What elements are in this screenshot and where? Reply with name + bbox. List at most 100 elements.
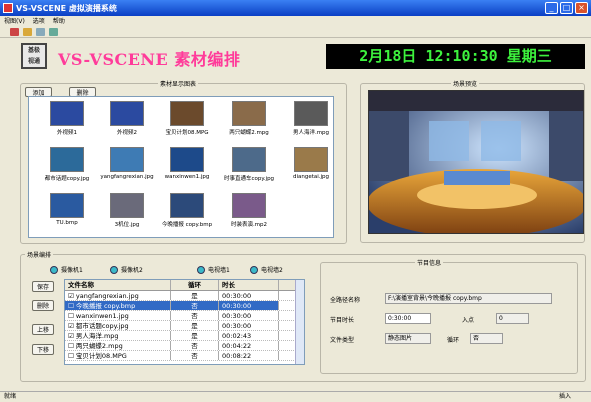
row-duration: 00:30:00 (219, 321, 279, 330)
move-up-button[interactable]: 上移 (32, 324, 54, 335)
row-checkbox[interactable]: ☑ (68, 292, 76, 300)
material-thumbnail (294, 147, 328, 172)
material-label: diangetai.jpg (292, 174, 330, 180)
row-checkbox[interactable]: ☐ (68, 342, 76, 350)
table-row[interactable]: ☑ 都市话题copy.jpg 是 00:30:00 (65, 321, 304, 331)
duration-label: 节目时长 (330, 317, 355, 324)
menu-options[interactable]: 选项 (33, 16, 45, 27)
table-row[interactable]: ☐ 两只蝴蝶2.mpg 否 00:04:22 (65, 341, 304, 351)
table-row[interactable]: ☐ wanxinwen1.jpg 否 00:30:00 (65, 311, 304, 321)
material-thumbnail (110, 147, 144, 172)
in-point-field[interactable]: 0 (496, 313, 529, 324)
material-item[interactable]: 都市话题copy.jpg (37, 147, 97, 191)
scene-table: 文件名称 循环 时长 ☑ yangfangrexian.jpg 是 00:30:00… (64, 279, 305, 365)
row-duration: 00:30:00 (219, 311, 279, 320)
radio-camera1[interactable]: 摄像机1 (50, 265, 83, 274)
materials-legend: 素材显示图表 (158, 79, 199, 88)
save-button[interactable]: 保存 (32, 281, 54, 292)
folder-icon[interactable] (23, 28, 32, 36)
info-legend: 节目信息 (415, 258, 444, 267)
menu-view[interactable]: 视图(V) (4, 16, 25, 27)
radio-icon (50, 265, 58, 274)
material-item[interactable]: 宝贝计划08.MPG (157, 101, 217, 145)
clock-icon[interactable] (49, 28, 58, 36)
row-duration: 00:30:00 (219, 301, 279, 310)
close-button[interactable]: × (575, 2, 588, 14)
material-item[interactable]: diangetai.jpg (281, 147, 333, 191)
material-item[interactable]: 男人海洋.mpg (281, 101, 333, 145)
material-thumbnail (110, 101, 144, 126)
material-label: 时装表演.mp2 (230, 222, 268, 228)
row-loop: 否 (171, 351, 219, 360)
table-row[interactable]: ☐ 今晚播报 copy.bmp 否 00:30:00 (65, 301, 304, 311)
material-item[interactable]: 两只蝴蝶2.mpg (219, 101, 279, 145)
material-thumbnail (232, 147, 266, 172)
material-thumbnail (50, 147, 84, 172)
exit-icon[interactable] (10, 28, 19, 36)
material-item[interactable]: 今晚播报 copy.bmp (157, 193, 217, 237)
row-duration: 00:08:22 (219, 351, 279, 360)
toolbar (0, 27, 591, 38)
radio-tvwall2[interactable]: 电视墙2 (250, 265, 283, 274)
radio-camera2[interactable]: 摄像机2 (110, 265, 143, 274)
logo: 基极 视通 (21, 43, 47, 69)
material-label: 今晚播报 copy.bmp (161, 222, 213, 228)
table-row[interactable]: ☐ 宝贝计划08.MPG 否 00:08:22 (65, 351, 304, 361)
app-title: VS-VSCENE 素材编排 (58, 50, 241, 69)
row-checkbox[interactable]: ☐ (68, 312, 76, 320)
menu-help[interactable]: 帮助 (53, 16, 65, 27)
delete-scene-button[interactable]: 删除 (32, 300, 54, 311)
material-label: 男人海洋.mpg (292, 130, 330, 136)
material-thumbnail (232, 193, 266, 218)
row-filename: ☐ 今晚播报 copy.bmp (65, 301, 171, 310)
table-scrollbar[interactable] (295, 280, 304, 364)
info-group: 节目信息 (320, 258, 578, 374)
loop-field[interactable]: 否 (470, 333, 503, 344)
material-label: yangfangrexian.jpg (100, 174, 154, 180)
row-checkbox[interactable]: ☑ (68, 332, 76, 340)
status-text: 就绪 (4, 393, 17, 400)
col-filename[interactable]: 文件名称 (65, 280, 171, 290)
row-checkbox[interactable]: ☑ (68, 322, 76, 330)
row-checkbox[interactable]: ☐ (68, 302, 76, 310)
col-loop[interactable]: 循环 (171, 280, 219, 290)
material-item[interactable]: 外视频1 (37, 101, 97, 145)
row-filename: ☑ 都市话题copy.jpg (65, 321, 171, 330)
clock-display: 2月18日 12:10:30 星期三 (326, 44, 585, 69)
radio-tvwall1[interactable]: 电视墙1 (197, 265, 230, 274)
row-filename: ☐ 宝贝计划08.MPG (65, 351, 171, 360)
material-item[interactable]: wanxinwen1.jpg (157, 147, 217, 191)
material-item[interactable]: 3机位.jpg (97, 193, 157, 237)
window-title: VS-VSCENE 虚拟演播系统 (16, 3, 117, 13)
row-loop: 否 (171, 311, 219, 320)
material-thumbnail (110, 193, 144, 218)
material-item[interactable]: 时事直通车copy.jpg (219, 147, 279, 191)
title-bar: VS-VSCENE 虚拟演播系统 _ □ × (0, 0, 591, 16)
filetype-label: 文件类型 (330, 337, 355, 344)
minimize-button[interactable]: _ (545, 2, 558, 14)
material-label: TU.bmp (56, 220, 78, 226)
material-item[interactable]: yangfangrexian.jpg (97, 147, 157, 191)
material-item[interactable]: 外视频2 (97, 101, 157, 145)
col-duration[interactable]: 时长 (219, 280, 279, 290)
duration-spinner[interactable]: 0:30:00 (385, 313, 431, 324)
path-field[interactable]: F:\演播室背景\今晚播报 copy.bmp (385, 293, 552, 304)
table-row[interactable]: ☑ yangfangrexian.jpg 是 00:30:00 (65, 291, 304, 301)
material-label: 都市话题copy.jpg (44, 176, 90, 182)
radio-icon (197, 265, 205, 274)
table-header: 文件名称 循环 时长 (65, 280, 304, 291)
row-duration: 00:02:43 (219, 331, 279, 340)
material-item[interactable]: TU.bmp (37, 193, 97, 237)
material-thumbnail (294, 101, 328, 126)
material-item[interactable]: 时装表演.mp2 (219, 193, 279, 237)
table-row[interactable]: ☑ 男人海洋.mpg 是 00:02:43 (65, 331, 304, 341)
row-checkbox[interactable]: ☐ (68, 352, 76, 360)
material-thumbnail (170, 193, 204, 218)
loop-label: 循环 (447, 337, 460, 344)
radio-icon (110, 265, 118, 274)
move-down-button[interactable]: 下移 (32, 344, 54, 355)
preview-icon[interactable] (36, 28, 45, 36)
material-thumbnail (50, 193, 84, 218)
maximize-button[interactable]: □ (560, 2, 573, 14)
row-loop: 否 (171, 301, 219, 310)
